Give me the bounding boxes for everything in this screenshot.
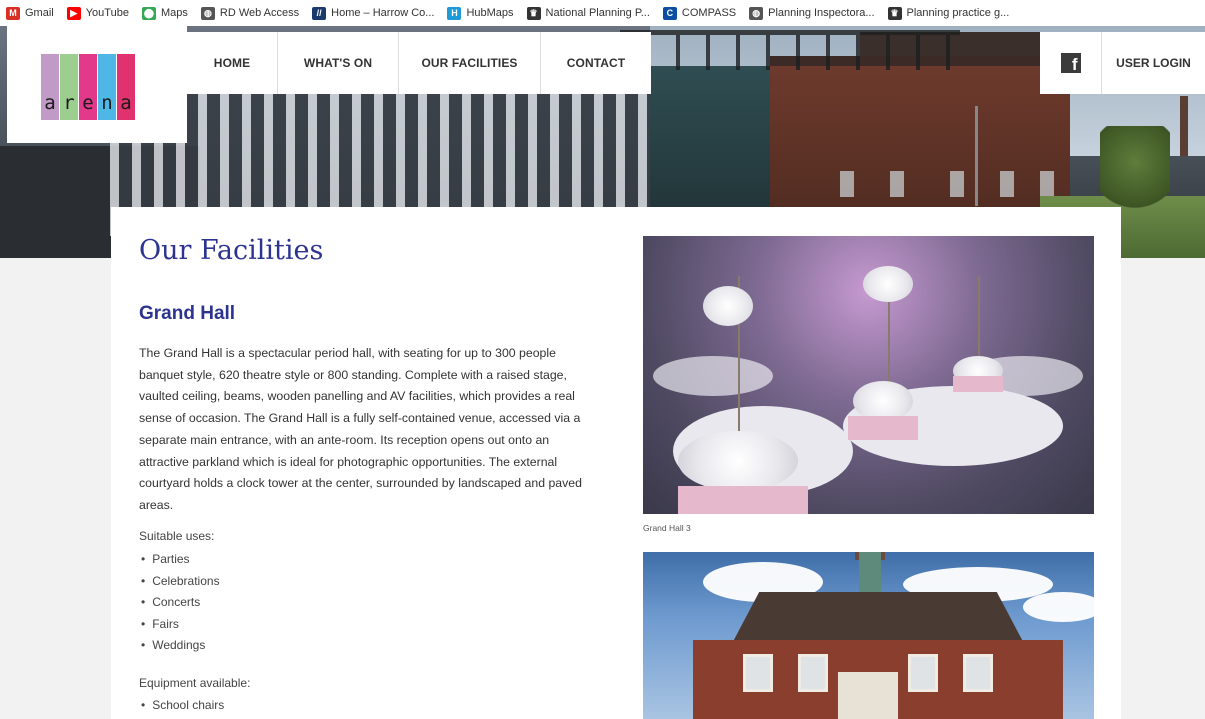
logo-letter: e (82, 92, 94, 114)
equipment-list: School chairs (141, 695, 224, 717)
facebook-icon[interactable]: f (1060, 53, 1081, 73)
bookmark-label: RD Web Access (219, 7, 300, 19)
bookmark-label: Planning practice g... (906, 7, 1010, 19)
list-item: Parties (141, 549, 220, 571)
logo-letter: r (63, 92, 75, 114)
list-item: Weddings (141, 635, 220, 657)
list-item: Concerts (141, 592, 220, 614)
logo-bar: r (60, 54, 78, 120)
compass-icon: C (662, 6, 677, 20)
bookmark-item[interactable]: ♛ National Planning P... (526, 6, 650, 20)
harrow-icon: // (312, 6, 327, 20)
bookmark-label: National Planning P... (545, 7, 650, 19)
logo-letter: a (44, 92, 56, 114)
facility-description: The Grand Hall is a spectacular period h… (139, 346, 582, 512)
logo-letter: n (101, 92, 113, 114)
bookmark-item[interactable]: // Home – Harrow Co... (312, 6, 435, 20)
content-panel: Our Facilities Grand Hall The Grand Hall… (111, 207, 1121, 719)
bookmark-item[interactable]: C COMPASS (662, 6, 737, 20)
bookmark-item[interactable]: ⬤ Maps (141, 6, 188, 20)
maps-icon: ⬤ (141, 6, 156, 20)
bookmark-label: Home – Harrow Co... (331, 7, 435, 19)
logo-bar: a (117, 54, 135, 120)
bookmark-label: Maps (160, 7, 188, 19)
bookmark-label: HubMaps (466, 7, 514, 19)
logo-bar: a (41, 54, 59, 120)
gov-crest-icon: ♛ (887, 6, 902, 20)
bookmark-label: Gmail (25, 7, 54, 19)
list-item: Celebrations (141, 571, 219, 593)
nav-our-facilities[interactable]: OUR FACILITIES (399, 32, 541, 94)
nav-contact[interactable]: CONTACT (541, 32, 651, 94)
image-caption: Grand Hall 3 (643, 523, 691, 533)
hubmaps-icon: H (447, 6, 462, 20)
nav-whats-on[interactable]: WHAT'S ON (278, 32, 399, 94)
logo-bar: e (79, 54, 97, 120)
bookmark-item[interactable]: ♛ Planning practice g... (887, 6, 1010, 20)
bookmark-item[interactable]: ◍ Planning Inspectora... (749, 6, 875, 20)
logo-bar: n (98, 54, 116, 120)
globe-icon: ◍ (200, 6, 215, 20)
globe-icon: ◍ (749, 6, 764, 20)
equipment-heading: Equipment available: (139, 676, 251, 690)
facebook-link[interactable]: f (1040, 32, 1102, 94)
grand-hall-exterior-photo[interactable] (643, 552, 1094, 719)
gmail-icon: M (6, 6, 20, 20)
youtube-icon: ▶ (66, 6, 81, 20)
gov-crest-icon: ♛ (526, 6, 541, 20)
nav-home[interactable]: HOME (187, 32, 278, 94)
grand-hall-photo-3[interactable] (643, 236, 1094, 514)
list-item: School chairs (141, 695, 224, 717)
bookmarks-bar: M Gmail ▶ YouTube ⬤ Maps ◍ RD Web Access // Home … (0, 0, 1205, 26)
bookmark-item[interactable]: ▶ YouTube (66, 6, 129, 20)
bookmark-item[interactable]: M Gmail (6, 6, 54, 20)
bookmark-item[interactable]: H HubMaps (447, 6, 514, 20)
bookmark-label: COMPASS (681, 7, 737, 19)
bookmark-label: YouTube (85, 7, 129, 19)
main-nav: HOME WHAT'S ON OUR FACILITIES CONTACT (187, 32, 651, 94)
bookmark-item[interactable]: ◍ RD Web Access (200, 6, 300, 20)
user-login-link[interactable]: USER LOGIN (1102, 32, 1205, 94)
arena-logo[interactable]: arena (7, 26, 187, 143)
bookmark-label: Planning Inspectora... (768, 7, 875, 19)
section-title: Grand Hall (139, 303, 236, 324)
logo-letter: a (120, 92, 132, 114)
nav-right: f USER LOGIN (1040, 32, 1205, 94)
uses-list: PartiesCelebrationsConcertsFairsWeddings (141, 549, 220, 657)
list-item: Fairs (141, 614, 220, 636)
page-title: Our Facilities (139, 235, 324, 266)
uses-heading: Suitable uses: (139, 529, 215, 543)
